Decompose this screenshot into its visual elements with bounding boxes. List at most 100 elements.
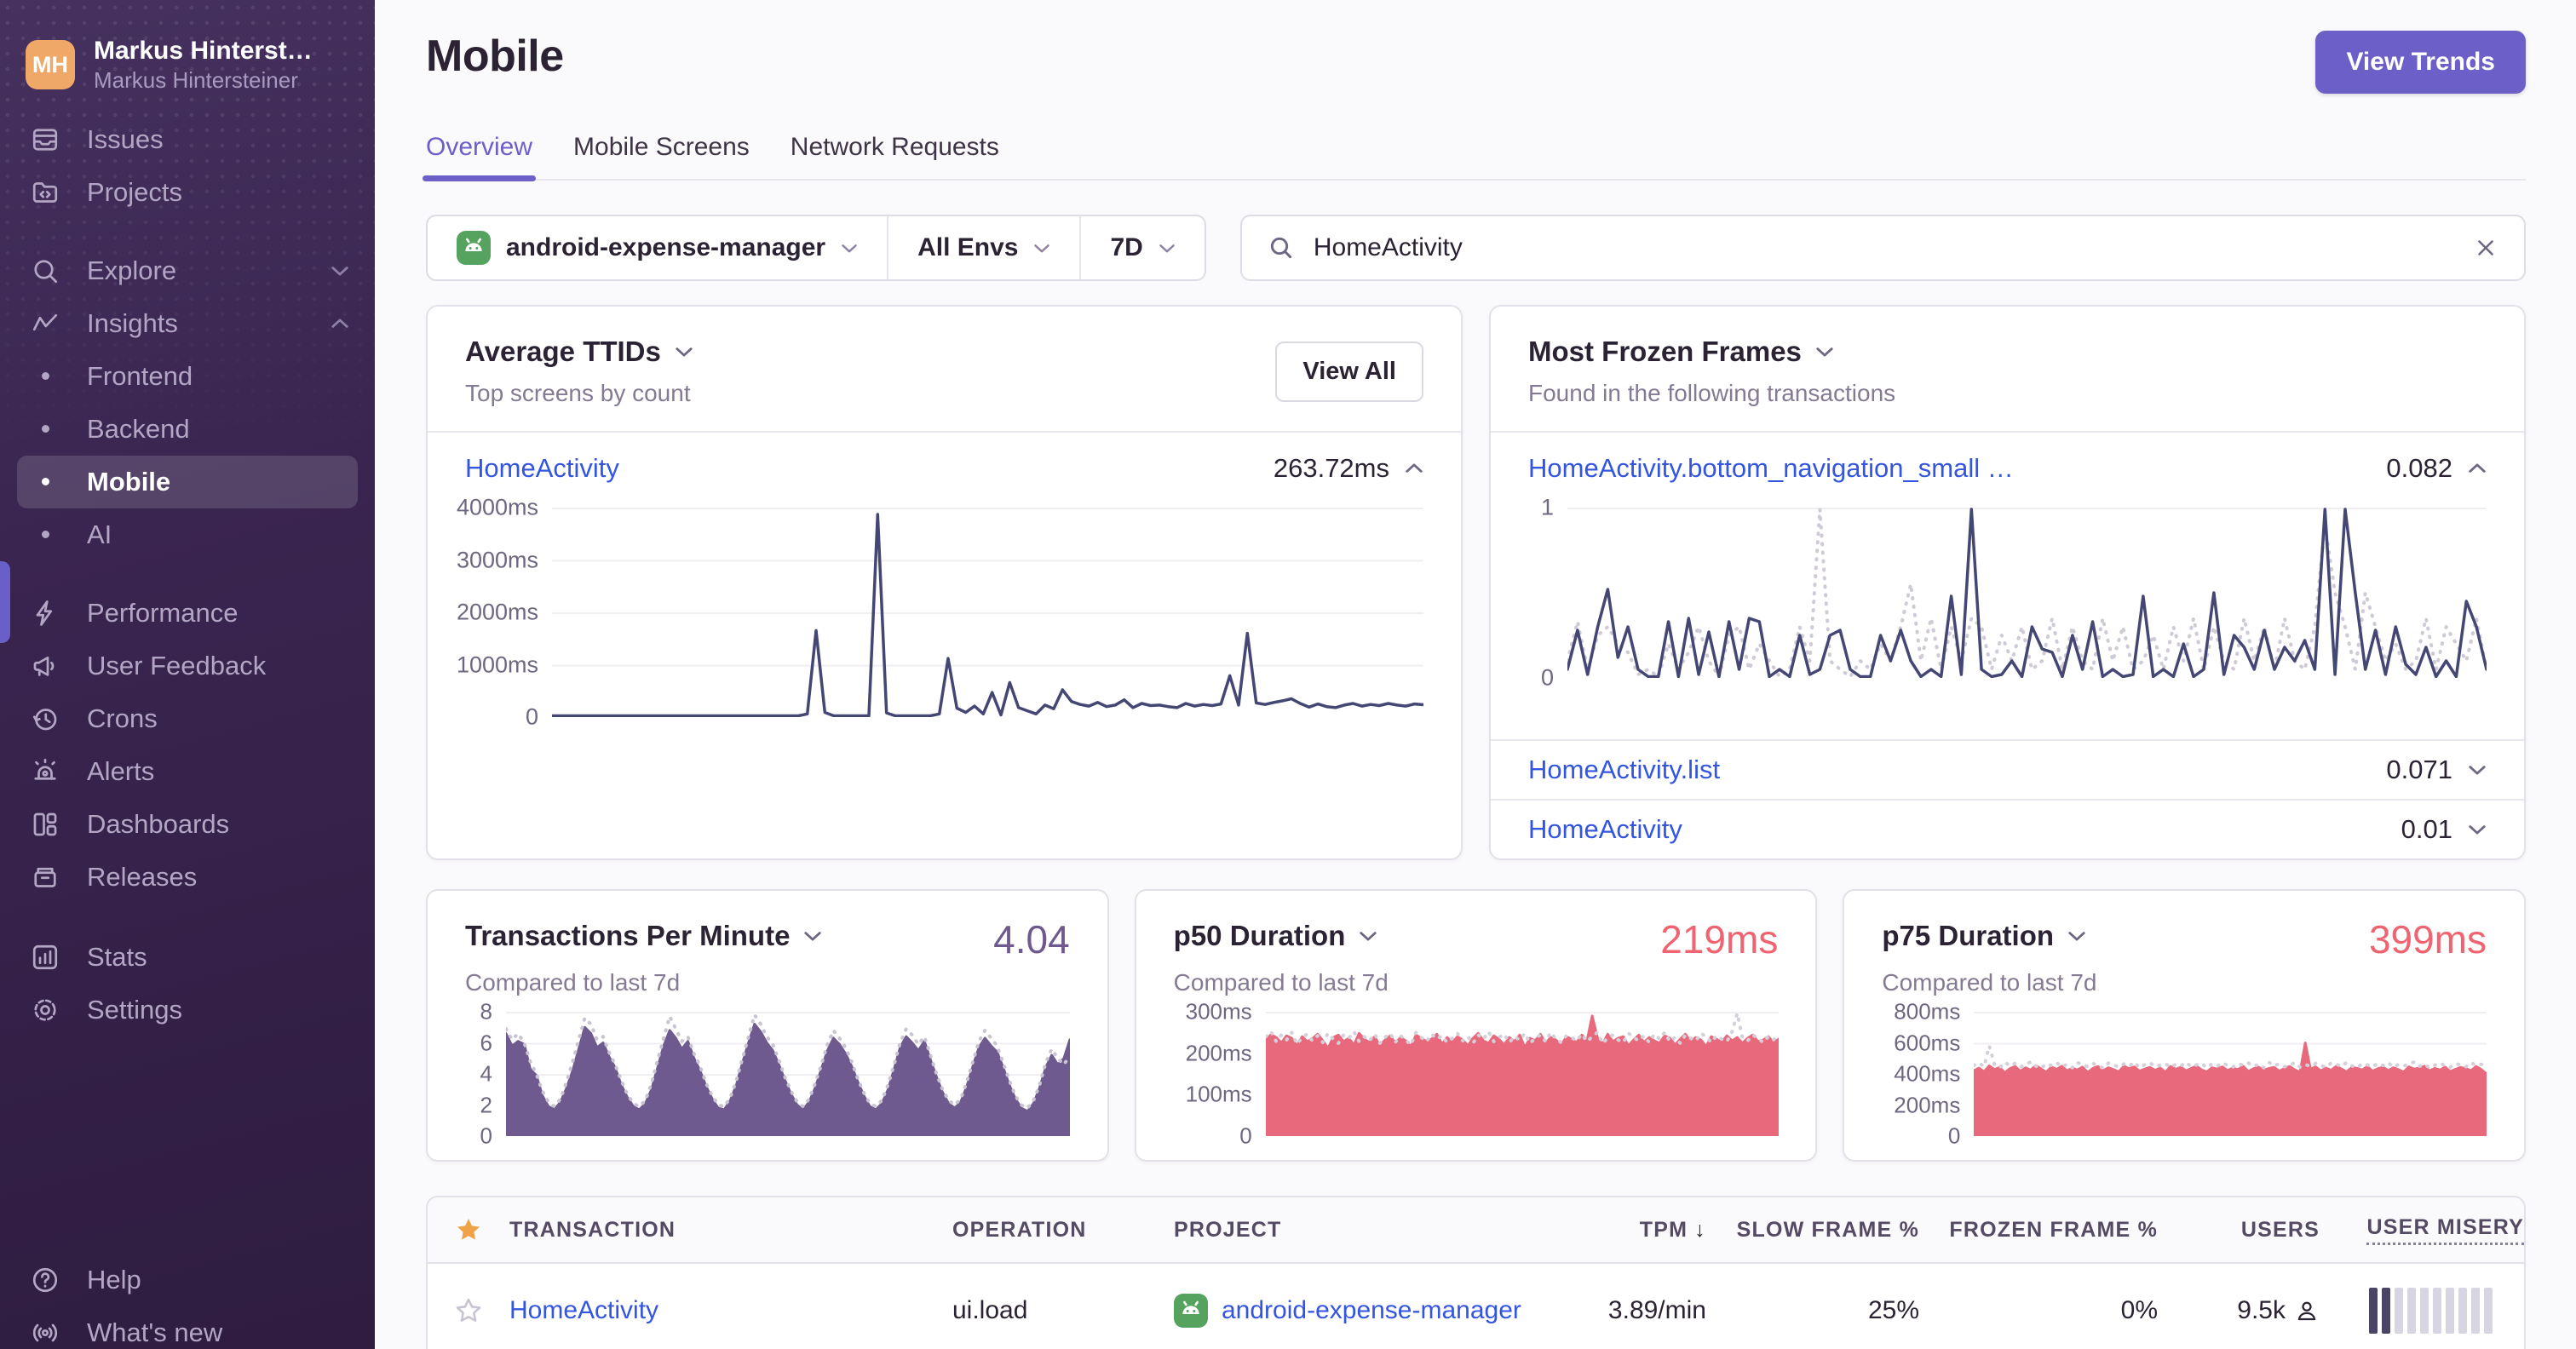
sidebar-item-alerts[interactable]: Alerts bbox=[0, 745, 375, 798]
project-link[interactable]: android-expense-manager bbox=[1222, 1296, 1521, 1325]
clock-icon bbox=[26, 703, 65, 734]
sidebar-item-label: Explore bbox=[87, 255, 177, 285]
sidebar-item-dashboards[interactable]: Dashboards bbox=[0, 798, 375, 851]
table-header-row: TRANSACTION OPERATION PROJECT TPM ↓ SLOW… bbox=[428, 1197, 2524, 1264]
org-name: Markus Hintersteiner bbox=[94, 67, 298, 93]
sidebar-item-performance[interactable]: Performance bbox=[0, 587, 375, 640]
frozen-transaction-row: HomeActivity 0.01 bbox=[1491, 799, 2524, 858]
inbox-icon bbox=[26, 124, 65, 155]
expand-icon[interactable] bbox=[2468, 824, 2487, 835]
collapse-icon[interactable] bbox=[1405, 462, 1423, 474]
sidebar-item-user-feedback[interactable]: User Feedback bbox=[0, 640, 375, 692]
sidebar-item-explore[interactable]: Explore bbox=[0, 244, 375, 297]
card-title: p50 Duration bbox=[1174, 920, 1378, 952]
sidebar-item-label: What's new bbox=[87, 1317, 223, 1347]
transaction-link[interactable]: HomeActivity bbox=[509, 1296, 658, 1324]
star-toggle[interactable] bbox=[428, 1296, 509, 1325]
org-switcher[interactable]: MH Markus Hinterst… Markus Hintersteiner bbox=[0, 24, 375, 106]
tpm-card: Transactions Per Minute 4.04 Compared to… bbox=[426, 889, 1109, 1162]
sidebar-item-whats-new[interactable]: What's new bbox=[0, 1306, 375, 1349]
date-range-selector[interactable]: 7D bbox=[1079, 216, 1204, 279]
tab-network-requests[interactable]: Network Requests bbox=[791, 133, 999, 179]
col-header-project[interactable]: PROJECT bbox=[1174, 1218, 1561, 1243]
sidebar-item-settings[interactable]: Settings bbox=[0, 984, 375, 1036]
user-misery-bars bbox=[2320, 1288, 2524, 1334]
bullet-icon bbox=[26, 478, 65, 485]
android-icon bbox=[1174, 1294, 1208, 1328]
sidebar-item-label: Settings bbox=[87, 994, 183, 1025]
p75-chart: 800ms 600ms 400ms 200ms 0 bbox=[1882, 999, 2487, 1149]
project-name: android-expense-manager bbox=[506, 233, 826, 261]
lightning-icon bbox=[26, 598, 65, 629]
environment-selector[interactable]: All Envs bbox=[887, 216, 1079, 279]
col-header-user-misery[interactable]: USER MISERY bbox=[2320, 1215, 2524, 1245]
bar-chart-icon bbox=[26, 942, 65, 973]
project-cell: android-expense-manager bbox=[1174, 1294, 1561, 1328]
chevron-down-icon bbox=[676, 347, 693, 357]
tab-overview[interactable]: Overview bbox=[422, 133, 537, 181]
dashboard-icon bbox=[26, 809, 65, 840]
card-subtitle: Compared to last 7d bbox=[1882, 969, 2097, 996]
sidebar-item-label: Releases bbox=[87, 861, 198, 892]
transaction-link[interactable]: HomeActivity bbox=[465, 453, 619, 484]
megaphone-icon bbox=[26, 651, 65, 681]
sidebar-item-label: Performance bbox=[87, 597, 239, 628]
col-header-tpm[interactable]: TPM ↓ bbox=[1561, 1218, 1706, 1243]
sidebar-item-issues[interactable]: Issues bbox=[0, 113, 375, 166]
transaction-link[interactable]: HomeActivity bbox=[1528, 814, 1682, 845]
col-header-transaction[interactable]: TRANSACTION bbox=[509, 1218, 952, 1243]
p75-value: 399ms bbox=[2368, 917, 2487, 962]
bullet-icon bbox=[26, 531, 65, 538]
collapse-icon[interactable] bbox=[2468, 462, 2487, 474]
sidebar-item-projects[interactable]: Projects bbox=[0, 166, 375, 219]
col-header-users[interactable]: USERS bbox=[2158, 1218, 2320, 1243]
chevron-down-icon bbox=[331, 266, 348, 275]
frozen-value: 0.01 bbox=[2401, 814, 2452, 844]
sidebar-item-label: Issues bbox=[87, 123, 164, 154]
user-name: Markus Hinterst… bbox=[94, 37, 313, 65]
sidebar-item-releases[interactable]: Releases bbox=[0, 851, 375, 904]
expand-icon[interactable] bbox=[2468, 764, 2487, 776]
transaction-link[interactable]: HomeActivity.list bbox=[1528, 755, 1720, 785]
close-icon bbox=[2478, 240, 2493, 255]
filter-bar: android-expense-manager All Envs 7D Home… bbox=[426, 215, 2526, 281]
sidebar-item-crons[interactable]: Crons bbox=[0, 692, 375, 745]
tpm-chart: 86420 bbox=[465, 999, 1070, 1149]
p50-duration-card: p50 Duration 219ms Compared to last 7d 3… bbox=[1134, 889, 1818, 1162]
view-trends-button[interactable]: View Trends bbox=[2315, 31, 2526, 94]
card-title: Transactions Per Minute bbox=[465, 920, 822, 952]
sidebar-item-frontend[interactable]: Frontend bbox=[0, 350, 375, 403]
sidebar-item-stats[interactable]: Stats bbox=[0, 931, 375, 984]
bullet-icon bbox=[26, 425, 65, 433]
sidebar-item-backend[interactable]: Backend bbox=[0, 403, 375, 456]
sidebar-item-insights[interactable]: Insights bbox=[0, 297, 375, 350]
project-selector[interactable]: android-expense-manager bbox=[428, 216, 887, 279]
search-value: HomeActivity bbox=[1313, 233, 1463, 261]
view-all-button[interactable]: View All bbox=[1275, 341, 1423, 402]
gear-icon bbox=[26, 995, 65, 1025]
sidebar-item-help[interactable]: Help bbox=[0, 1254, 375, 1306]
col-header-frozen-frame[interactable]: FROZEN FRAME % bbox=[1919, 1218, 2158, 1243]
chevron-up-icon bbox=[331, 319, 348, 328]
card-subtitle: Found in the following transactions bbox=[1528, 380, 1896, 406]
ttid-chart: 4000ms 3000ms 2000ms 1000ms 0 bbox=[428, 495, 1461, 730]
transaction-link[interactable]: HomeActivity.bottom_navigation_small … bbox=[1528, 453, 2014, 484]
frozen-frames-chart: 10 bbox=[1491, 495, 2524, 691]
siren-icon bbox=[26, 756, 65, 787]
tab-mobile-screens[interactable]: Mobile Screens bbox=[573, 133, 750, 179]
sidebar-item-mobile[interactable]: Mobile bbox=[17, 455, 358, 508]
card-title: Most Frozen Frames bbox=[1528, 336, 1895, 368]
p50-value: 219ms bbox=[1660, 917, 1779, 962]
user-icon bbox=[2297, 1301, 2316, 1321]
tab-bar: Overview Mobile Screens Network Requests bbox=[422, 133, 2526, 181]
sidebar-item-ai[interactable]: AI bbox=[0, 508, 375, 561]
star-header-icon[interactable] bbox=[428, 1215, 509, 1244]
sidebar-item-label: Backend bbox=[87, 413, 190, 444]
col-header-slow-frame[interactable]: SLOW FRAME % bbox=[1706, 1218, 1919, 1243]
col-header-operation[interactable]: OPERATION bbox=[952, 1218, 1174, 1243]
clear-search-button[interactable] bbox=[2473, 235, 2498, 261]
bullet-icon bbox=[26, 372, 65, 380]
frozen-transaction-row: HomeActivity.bottom_navigation_small … 0… bbox=[1491, 433, 2524, 497]
card-subtitle: Compared to last 7d bbox=[1173, 969, 1389, 996]
search-input[interactable]: HomeActivity bbox=[1239, 215, 2526, 281]
